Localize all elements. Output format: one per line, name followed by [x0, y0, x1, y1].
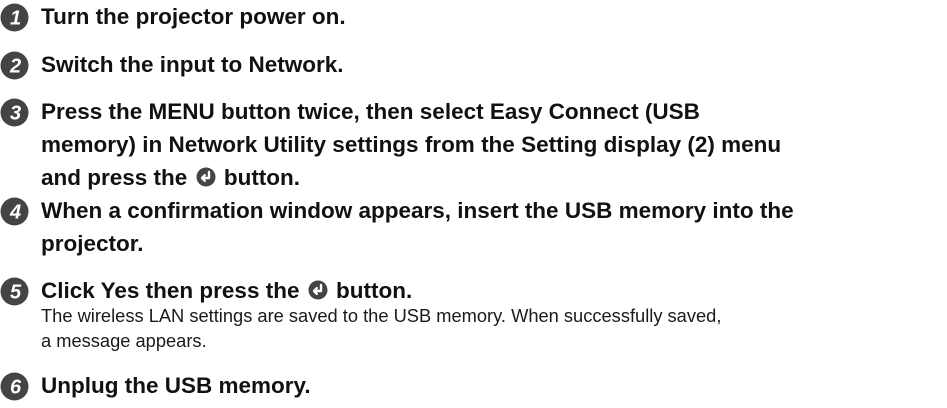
- step-5-title-before: Click Yes then press the: [41, 278, 300, 303]
- enter-button-icon: [196, 167, 216, 187]
- step-3-last-line-before: and press the: [41, 165, 188, 190]
- step-2-title: Switch the input to Network.: [41, 52, 344, 77]
- circled-number-2-icon: 2: [0, 51, 29, 80]
- step-5-description-line-1: The wireless LAN settings are saved to t…: [41, 305, 722, 326]
- step-5-title-after: button.: [336, 278, 413, 303]
- step-4-title-line-1: When a confirmation window appears, inse…: [41, 198, 794, 223]
- svg-text:4: 4: [9, 202, 21, 224]
- circled-number-6-icon: 6: [0, 372, 29, 401]
- svg-text:5: 5: [10, 282, 22, 304]
- circled-number-5-icon: 5: [0, 277, 29, 306]
- enter-button-icon: [308, 280, 328, 300]
- step-4-title-line-2: projector.: [41, 231, 144, 256]
- step-5-title: Click Yes then press the button.: [41, 274, 412, 307]
- step-6-title: Unplug the USB memory.: [41, 373, 311, 398]
- circled-number-3-icon: 3: [0, 98, 29, 127]
- step-1-title: Turn the projector power on.: [41, 4, 346, 29]
- circled-number-1-icon: 1: [0, 3, 29, 32]
- svg-text:3: 3: [10, 103, 21, 125]
- step-3-title-line-3: and press the button.: [41, 161, 300, 194]
- step-5-description-line-2: a message appears.: [41, 330, 207, 351]
- svg-text:6: 6: [10, 377, 22, 399]
- step-3-last-line-after: button.: [223, 165, 301, 190]
- circled-number-4-icon: 4: [0, 197, 29, 226]
- svg-text:1: 1: [10, 8, 21, 30]
- instruction-steps: 1 Turn the projector power on. 2 Switch …: [0, 0, 947, 408]
- step-3-title-line-1: Press the MENU button twice, then select…: [41, 99, 700, 124]
- svg-text:2: 2: [9, 56, 21, 78]
- step-3-title-line-2: memory) in Network Utility settings from…: [41, 132, 782, 157]
